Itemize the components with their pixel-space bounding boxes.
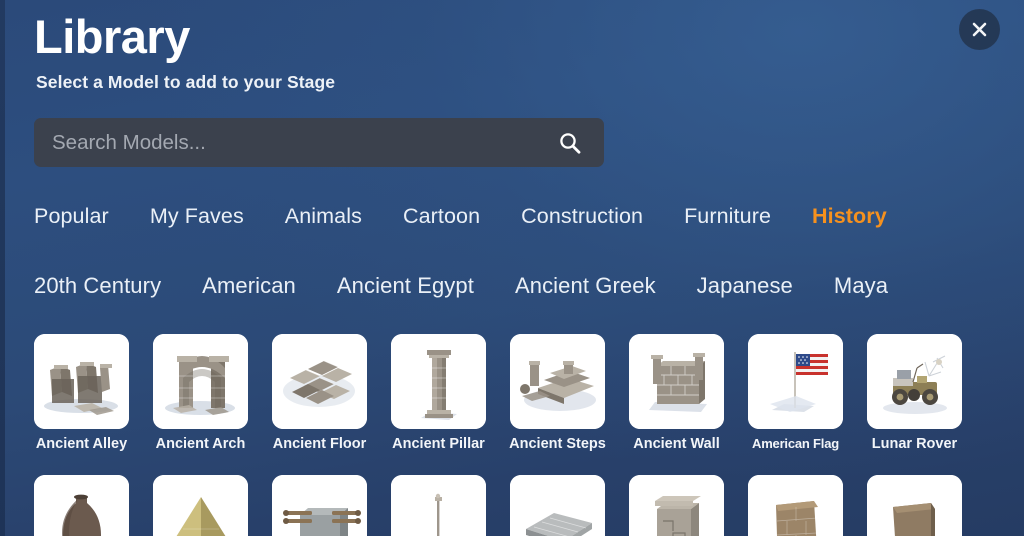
pyramid-thumbnail[interactable]	[153, 475, 248, 536]
model-tile[interactable]: Ancient Alley	[34, 334, 129, 453]
category-tab-popular[interactable]: Popular	[34, 198, 109, 234]
ancient-wall-thumbnail[interactable]	[629, 334, 724, 429]
stone-slab-thumbnail[interactable]	[510, 475, 605, 536]
search-input[interactable]	[52, 118, 556, 167]
subcategory-tab-ancient-greek[interactable]: Ancient Greek	[515, 268, 656, 304]
model-tile[interactable]	[629, 475, 724, 536]
model-label: Ancient Alley	[35, 436, 128, 452]
model-label: Ancient Floor	[272, 436, 367, 452]
search-bar[interactable]	[34, 118, 604, 167]
category-tab-history[interactable]: History	[812, 198, 887, 234]
american-flag-thumbnail[interactable]	[748, 334, 843, 429]
model-label: Ancient Pillar	[392, 436, 485, 452]
ancient-vase-thumbnail[interactable]	[34, 475, 129, 536]
model-tile[interactable]	[391, 475, 486, 536]
subcategory-tab-ancient-egypt[interactable]: Ancient Egypt	[337, 268, 474, 304]
ancient-alley-thumbnail[interactable]	[34, 334, 129, 429]
page-subtitle: Select a Model to add to your Stage	[36, 72, 336, 92]
model-tile[interactable]	[272, 475, 367, 536]
brick-panel-thumbnail[interactable]	[748, 475, 843, 536]
close-button[interactable]	[959, 9, 1000, 50]
flag-pole-thumbnail[interactable]	[391, 475, 486, 536]
subcategory-tab-japanese[interactable]: Japanese	[697, 268, 793, 304]
model-tile[interactable]: Lunar Rover	[867, 334, 962, 453]
model-tile[interactable]	[153, 475, 248, 536]
subcategory-tab-american[interactable]: American	[202, 268, 296, 304]
stone-bench-thumbnail[interactable]	[272, 475, 367, 536]
model-tile[interactable]: Ancient Pillar	[391, 334, 486, 453]
primary-category-row: Popular My Faves Animals Cartoon Constructio…	[34, 198, 1006, 234]
subcategory-tab-maya[interactable]: Maya	[834, 268, 888, 304]
stone-cabinet-thumbnail[interactable]	[629, 475, 724, 536]
subcategory-tab-20th-century[interactable]: 20th Century	[34, 268, 161, 304]
category-tab-animals[interactable]: Animals	[285, 198, 362, 234]
model-tile[interactable]: Ancient Floor	[272, 334, 367, 453]
stone-panel-thumbnail[interactable]	[867, 475, 962, 536]
library-dialog: Library Select a Model to add to your St…	[0, 0, 1024, 536]
model-tile[interactable]	[867, 475, 962, 536]
model-tile[interactable]: Ancient Arch	[153, 334, 248, 453]
category-tab-my-faves[interactable]: My Faves	[150, 198, 244, 234]
close-icon	[971, 21, 988, 38]
model-tile[interactable]: Ancient Wall	[629, 334, 724, 453]
model-tile[interactable]: American Flag	[748, 334, 843, 453]
ancient-arch-thumbnail[interactable]	[153, 334, 248, 429]
category-tab-construction[interactable]: Construction	[521, 198, 643, 234]
category-tab-furniture[interactable]: Furniture	[684, 198, 771, 234]
model-tile[interactable]	[510, 475, 605, 536]
model-label: Ancient Arch	[155, 436, 246, 452]
model-tile[interactable]	[34, 475, 129, 536]
model-label: Ancient Steps	[509, 436, 606, 452]
ancient-floor-thumbnail[interactable]	[272, 334, 367, 429]
model-tile[interactable]: Ancient Steps	[509, 334, 606, 453]
page-title: Library	[34, 10, 190, 63]
model-label: Lunar Rover	[871, 436, 958, 452]
model-label: Ancient Wall	[633, 436, 720, 452]
model-label: American Flag	[752, 436, 839, 451]
lunar-rover-thumbnail[interactable]	[867, 334, 962, 429]
category-tab-cartoon[interactable]: Cartoon	[403, 198, 480, 234]
model-tile[interactable]	[748, 475, 843, 536]
ancient-steps-thumbnail[interactable]	[510, 334, 605, 429]
search-icon[interactable]	[556, 129, 584, 157]
secondary-category-row: 20th Century American Ancient Egypt Ancient…	[34, 268, 1006, 304]
ancient-pillar-thumbnail[interactable]	[391, 334, 486, 429]
model-grid: Ancient Alley Ancient Arch Ancient Floor An…	[34, 334, 1000, 536]
